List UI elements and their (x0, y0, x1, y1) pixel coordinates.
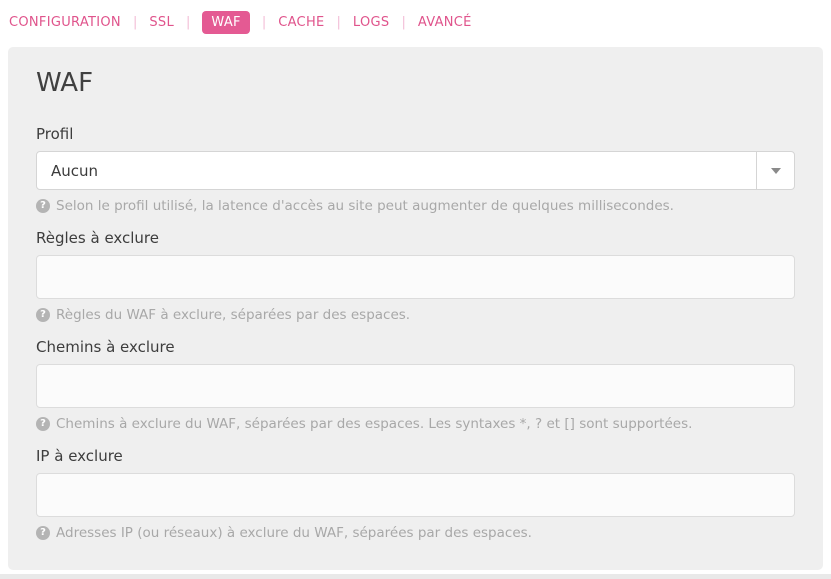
tab-logs[interactable]: LOGS (353, 15, 390, 30)
help-icon: ? (36, 308, 50, 322)
profil-label: Profil (36, 125, 795, 143)
help-text-label: Chemins à exclure du WAF, séparées par d… (56, 416, 692, 432)
tab-separator: | (337, 15, 341, 30)
field-group-regles: Règles à exclure ? Règles du WAF à exclu… (36, 229, 795, 323)
ip-help-text: ? Adresses IP (ou réseaux) à exclure du … (36, 525, 795, 541)
waf-panel: WAF Profil Aucun ? Selon le profil utili… (8, 47, 823, 570)
tab-waf[interactable]: WAF (202, 11, 249, 34)
help-text-label: Adresses IP (ou réseaux) à exclure du WA… (56, 525, 532, 541)
tab-avance[interactable]: AVANCÉ (418, 15, 472, 30)
tab-configuration[interactable]: CONFIGURATION (9, 15, 121, 30)
help-icon: ? (36, 417, 50, 431)
ip-input[interactable] (36, 473, 795, 517)
field-group-chemins: Chemins à exclure ? Chemins à exclure du… (36, 338, 795, 432)
ip-label: IP à exclure (36, 447, 795, 465)
tab-separator: | (186, 15, 190, 30)
profil-select-value: Aucun (37, 152, 756, 189)
chemins-label: Chemins à exclure (36, 338, 795, 356)
regles-input[interactable] (36, 255, 795, 299)
help-text-label: Selon le profil utilisé, la latence d'ac… (56, 198, 674, 214)
chemins-input[interactable] (36, 364, 795, 408)
regles-label: Règles à exclure (36, 229, 795, 247)
chemins-help-text: ? Chemins à exclure du WAF, séparées par… (36, 416, 795, 432)
regles-help-text: ? Règles du WAF à exclure, séparées par … (36, 307, 795, 323)
tab-cache[interactable]: CACHE (278, 15, 324, 30)
help-icon: ? (36, 199, 50, 213)
tab-separator: | (133, 15, 137, 30)
help-icon: ? (36, 526, 50, 540)
section-tabbar: CONFIGURATION | SSL | WAF | CACHE | LOGS… (0, 0, 831, 36)
field-group-ip: IP à exclure ? Adresses IP (ou réseaux) … (36, 447, 795, 541)
tab-ssl[interactable]: SSL (149, 15, 174, 30)
profil-select-dropdown-button[interactable] (756, 152, 794, 189)
help-text-label: Règles du WAF à exclure, séparées par de… (56, 307, 410, 323)
next-section-edge (0, 574, 831, 579)
profil-help-text: ? Selon le profil utilisé, la latence d'… (36, 198, 795, 214)
field-group-profil: Profil Aucun ? Selon le profil utilisé, … (36, 125, 795, 214)
tab-separator: | (262, 15, 266, 30)
page-title: WAF (36, 68, 795, 98)
caret-down-icon (771, 168, 781, 174)
profil-select[interactable]: Aucun (36, 151, 795, 190)
tab-separator: | (401, 15, 405, 30)
